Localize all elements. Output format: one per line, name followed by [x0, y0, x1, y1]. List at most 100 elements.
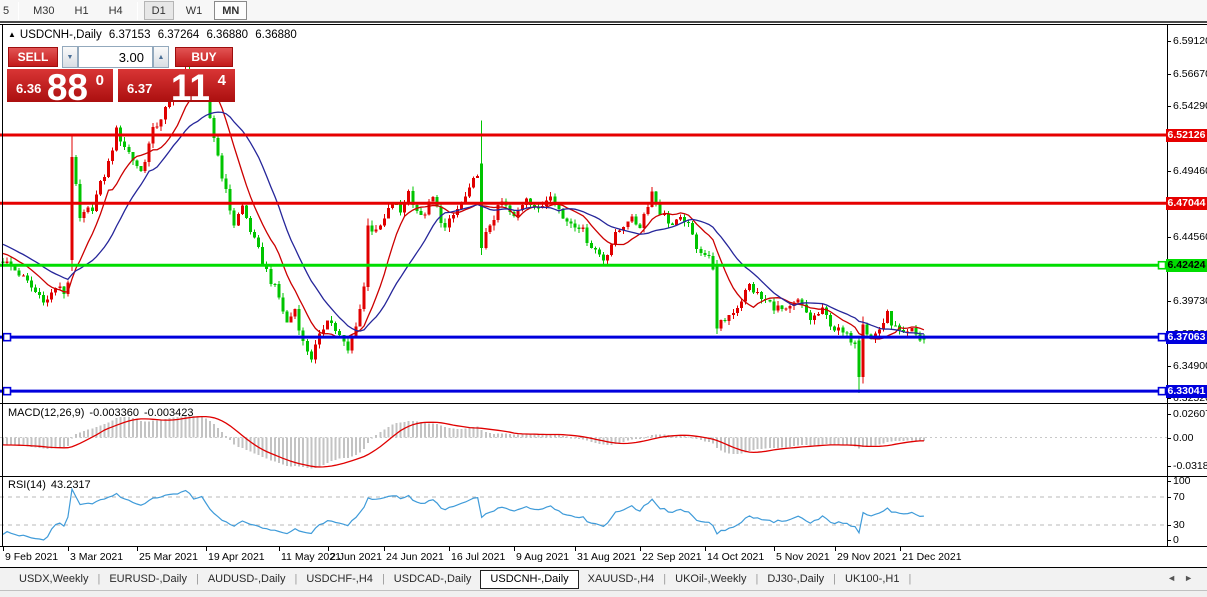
macd-axis-label: -0.03187: [1173, 460, 1207, 472]
date-tick: [835, 547, 836, 551]
date-label: 22 Sep 2021: [642, 551, 702, 563]
rsi-panel[interactable]: [0, 477, 1167, 546]
price-tick: [1167, 41, 1171, 42]
level-price-badge: 6.47044: [1166, 197, 1207, 210]
chart-tab-usdcad-daily[interactable]: USDCAD-,Daily: [385, 570, 481, 588]
one-click-trading-panel: SELL ▼ ▲ BUY 6.36 88 0 6.37 11 4: [7, 45, 235, 102]
macd-histogram: [2, 415, 925, 468]
level-handle: [1159, 388, 1166, 395]
date-tick: [774, 547, 775, 551]
status-strip: [0, 590, 1207, 597]
date-tick: [279, 547, 280, 551]
chart-tab-usdx-weekly[interactable]: USDX,Weekly: [10, 570, 97, 588]
rsi-axis-label: 0: [1173, 534, 1179, 546]
date-tick: [449, 547, 450, 551]
date-label: 25 Mar 2021: [139, 551, 198, 563]
buy-price-prefix: 6.37: [127, 81, 152, 96]
date-label: 21 Dec 2021: [902, 551, 962, 563]
macd-label: MACD(12,26,9)-0.003360-0.003423: [8, 407, 199, 419]
tab-scroll-arrows[interactable]: ◄►: [1167, 573, 1201, 583]
date-label: 31 Aug 2021: [577, 551, 636, 563]
level-handle: [1159, 262, 1166, 269]
date-tick: [900, 547, 901, 551]
date-tick: [206, 547, 207, 551]
date-tick: [68, 547, 69, 551]
ohlc-low: 6.36880: [206, 29, 248, 41]
sell-price-quote[interactable]: 6.36 88 0: [7, 69, 113, 102]
price-axis-separator[interactable]: [1167, 24, 1168, 546]
price-axis-label: 6.49460: [1173, 165, 1207, 177]
chart-title: ▲USDCNH-,Daily 6.37153 6.37264 6.36880 6…: [8, 29, 301, 41]
tab-scroll-left-icon[interactable]: ◄: [1167, 573, 1184, 583]
date-tick: [328, 547, 329, 551]
price-axis-label: 6.56670: [1173, 68, 1207, 80]
price-tick: [1167, 366, 1171, 367]
volume-input[interactable]: [78, 46, 153, 68]
tab-scroll-right-icon[interactable]: ►: [1184, 573, 1201, 583]
date-label: 9 Feb 2021: [5, 551, 58, 563]
price-tick: [1167, 171, 1171, 172]
collapse-icon[interactable]: ▲: [8, 30, 16, 39]
chart-tab-bar: USDX,Weekly|EURUSD-,Daily|AUDUSD-,Daily|…: [0, 568, 1207, 590]
symbol-period-label: USDCNH-,Daily: [20, 29, 102, 41]
date-tick: [575, 547, 576, 551]
date-label: 14 Oct 2021: [707, 551, 764, 563]
date-tick: [137, 547, 138, 551]
volume-increase-button[interactable]: ▲: [153, 46, 169, 68]
chart-tab-usdcnh-daily[interactable]: USDCNH-,Daily: [480, 570, 578, 589]
rsi-axis-label: 100: [1173, 475, 1191, 487]
timeframe-button-h1[interactable]: H1: [67, 1, 97, 20]
date-label: 2 Jun 2021: [330, 551, 382, 563]
macd-axis-label: 0.02607: [1173, 408, 1207, 420]
level-price-badge: 6.52126: [1166, 129, 1207, 142]
timeframe-button-m30[interactable]: M30: [25, 1, 62, 20]
date-label: 9 Aug 2021: [516, 551, 569, 563]
macd-name: MACD(12,26,9): [8, 407, 84, 419]
volume-decrease-button[interactable]: ▼: [62, 46, 78, 68]
rsi-separator[interactable]: [0, 476, 1207, 477]
chart-tab-ukoil-weekly[interactable]: UKOil-,Weekly: [666, 570, 755, 588]
price-tick: [1167, 106, 1171, 107]
macd-axis-tick: [1167, 438, 1171, 439]
chart-tab-xauusd-h4[interactable]: XAUUSD-,H4: [579, 570, 664, 588]
level-price-badge: 6.33041: [1166, 385, 1207, 398]
timeframe-button-h4[interactable]: H4: [101, 1, 131, 20]
date-label: 3 Mar 2021: [70, 551, 123, 563]
timeframe-toolbar: 5 M30 H1H4 D1W1MN: [0, 0, 1207, 23]
timeframe-button-d1[interactable]: D1: [144, 1, 174, 20]
chart-tab-dj30-daily[interactable]: DJ30-,Daily: [758, 570, 833, 588]
price-tick: [1167, 301, 1171, 302]
price-axis-label: 6.34900: [1173, 360, 1207, 372]
buy-price-quote[interactable]: 6.37 11 4: [118, 69, 235, 102]
chart-left-border: [2, 24, 3, 546]
chart-tab-audusd-daily[interactable]: AUDUSD-,Daily: [199, 570, 295, 588]
buy-button[interactable]: BUY: [175, 47, 233, 67]
toolbar-separator: [137, 2, 138, 20]
date-label: 16 Jul 2021: [451, 551, 505, 563]
rsi-label: RSI(14)43.2317: [8, 479, 96, 491]
sell-button[interactable]: SELL: [8, 47, 58, 67]
level-handle: [4, 334, 11, 341]
price-axis-label: 6.39730: [1173, 295, 1207, 307]
ohlc-close: 6.36880: [255, 29, 297, 41]
rsi-axis-label: 70: [1173, 491, 1185, 503]
macd-separator[interactable]: [0, 403, 1207, 404]
mt4-terminal: 5 M30 H1H4 D1W1MN ▲ USDCNH-,Daily 6.37153 6.…: [0, 0, 1207, 597]
chart-tab-eurusd-daily[interactable]: EURUSD-,Daily: [100, 570, 196, 588]
ohlc-open: 6.37153: [109, 29, 151, 41]
tab-separator: |: [908, 573, 911, 585]
level-handle: [1159, 334, 1166, 341]
price-tick: [1167, 237, 1171, 238]
level-price-badge: 6.42424: [1166, 259, 1207, 272]
level-price-badge: 6.37063: [1166, 331, 1207, 344]
date-tick: [3, 547, 4, 551]
rsi-axis-label: 30: [1173, 519, 1185, 531]
timeframe-button-mn[interactable]: MN: [214, 1, 247, 20]
chart-tab-uk100-h1[interactable]: UK100-,H1: [836, 570, 908, 588]
dateaxis-separator: [0, 546, 1207, 547]
chart-tab-usdchf-h4[interactable]: USDCHF-,H4: [297, 570, 382, 588]
timeframe-button-5[interactable]: 5: [0, 1, 12, 20]
ma-slow-line: [3, 112, 924, 334]
timeframe-button-w1[interactable]: W1: [178, 1, 211, 20]
buy-price-pip: 4: [218, 72, 226, 89]
